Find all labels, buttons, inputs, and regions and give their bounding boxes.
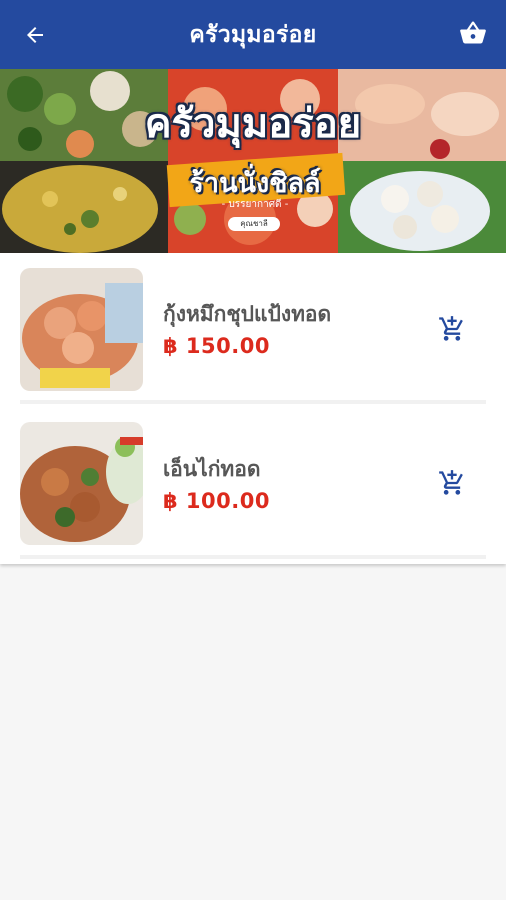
item-divider	[20, 555, 486, 559]
list-item[interactable]: เอ็นไก่ทอด ฿ 100.00	[0, 408, 506, 563]
food-price: ฿ 150.00	[163, 334, 270, 358]
add-to-cart-icon	[439, 470, 463, 495]
food-price: ฿ 100.00	[163, 489, 270, 513]
food-name: กุ้งหมึกชุปแป้งทอด	[163, 302, 332, 326]
back-button[interactable]	[18, 18, 52, 52]
item-divider	[20, 400, 486, 404]
list-item[interactable]: กุ้งหมึกชุปแป้งทอด ฿ 150.00	[0, 253, 506, 408]
basket-icon	[460, 21, 486, 44]
food-name: เอ็นไก่ทอด	[163, 457, 261, 481]
add-to-cart-icon	[439, 316, 463, 341]
menu-list: กุ้งหมึกชุปแป้งทอด ฿ 150.00 เอ็นไก่ทอด ฿…	[0, 253, 506, 564]
app-bar: ครัวมุมอร่อย	[0, 0, 506, 69]
food-image	[20, 268, 143, 391]
restaurant-banner: ครัวมุมอร่อย ร้านนั่งชิลล์ - บรรยากาศดี …	[0, 69, 506, 253]
banner-small-text: - บรรยากาศดี -	[221, 199, 289, 210]
banner-pill: คุณชาลี	[228, 217, 280, 231]
add-to-cart-button[interactable]	[436, 313, 468, 345]
page-title: ครัวมุมอร่อย	[189, 21, 317, 48]
banner-title: ครัวมุมอร่อย	[144, 101, 362, 147]
food-image	[20, 422, 143, 545]
add-to-cart-button[interactable]	[436, 467, 468, 499]
basket-button[interactable]	[454, 14, 492, 52]
arrow-left-icon	[27, 27, 43, 43]
